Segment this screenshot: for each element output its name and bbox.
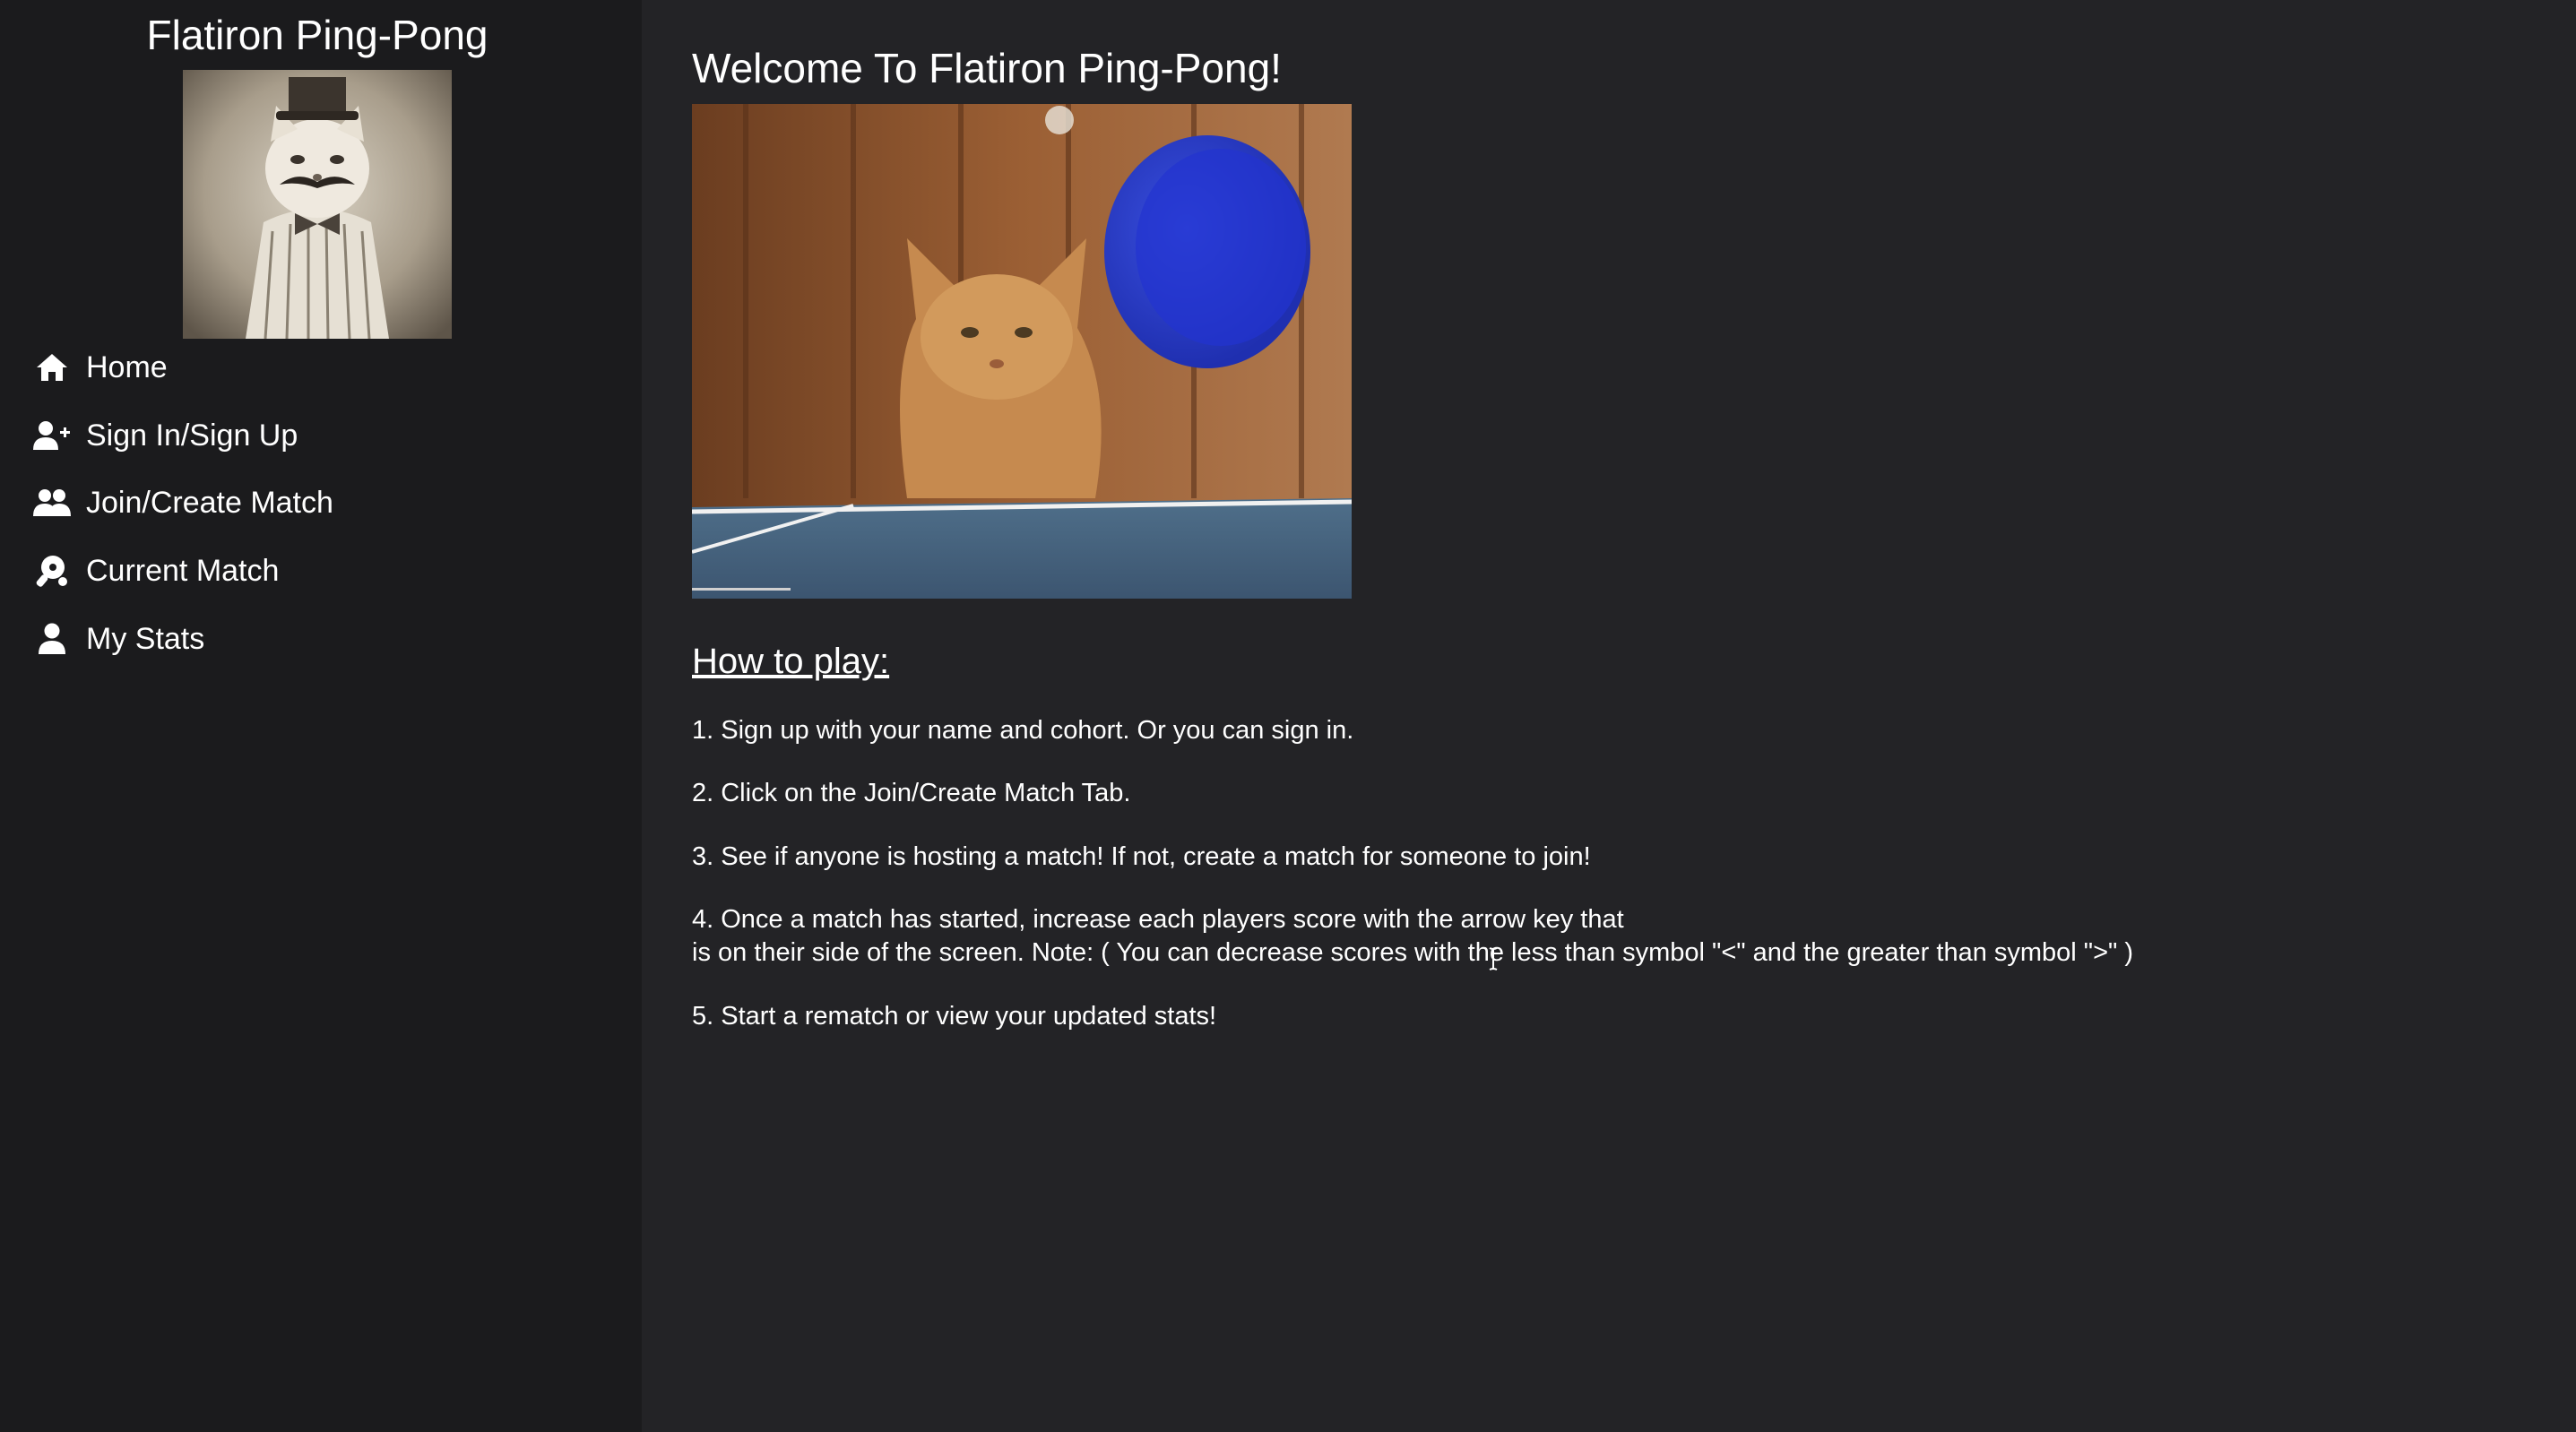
users-icon <box>32 485 72 521</box>
sidebar-item-join-create-match[interactable]: Join/Create Match <box>32 480 333 525</box>
sidebar-item-label: Sign In/Sign Up <box>86 418 298 453</box>
sidebar-item-label: Join/Create Match <box>86 486 333 520</box>
table-tennis-icon <box>32 553 72 589</box>
instruction-step-5: 5. Start a rematch or view your updated … <box>692 1002 1217 1031</box>
main-content: Welcome To Flatiron Ping-Pong! How to pl… <box>642 0 2576 1432</box>
instruction-step-2: 2. Click on the Join/Create Match Tab. <box>692 779 1131 807</box>
sidebar-item-label: My Stats <box>86 622 205 656</box>
app: Flatiron Ping-Pong Home Sign In/Sign Up … <box>0 0 2576 1432</box>
cat-ping-pong-image <box>692 104 1352 599</box>
brand-title: Flatiron Ping-Pong <box>146 12 488 58</box>
home-icon <box>32 349 72 385</box>
sidebar-item-home[interactable]: Home <box>32 345 168 390</box>
sidebar: Flatiron Ping-Pong Home Sign In/Sign Up … <box>0 0 642 1432</box>
instruction-step-3: 3. See if anyone is hosting a match! If … <box>692 842 1591 871</box>
brand-logo-cat-image <box>183 70 452 339</box>
sidebar-item-sign-in[interactable]: Sign In/Sign Up <box>32 413 298 458</box>
sidebar-item-my-stats[interactable]: My Stats <box>32 617 204 661</box>
how-to-play-heading: How to play: <box>692 642 890 681</box>
user-plus-icon <box>32 418 72 453</box>
user-icon <box>32 621 72 657</box>
sidebar-item-current-match[interactable]: Current Match <box>32 548 279 593</box>
instruction-step-4-continued: is on their side of the screen. Note: ( … <box>692 938 2134 967</box>
sidebar-item-label: Home <box>86 350 168 384</box>
instruction-step-1: 1. Sign up with your name and cohort. Or… <box>692 716 1354 745</box>
text-cursor-icon <box>1488 947 1499 975</box>
page-title: Welcome To Flatiron Ping-Pong! <box>692 45 1282 91</box>
sidebar-item-label: Current Match <box>86 554 280 588</box>
instruction-step-4: 4. Once a match has started, increase ea… <box>692 905 1624 934</box>
